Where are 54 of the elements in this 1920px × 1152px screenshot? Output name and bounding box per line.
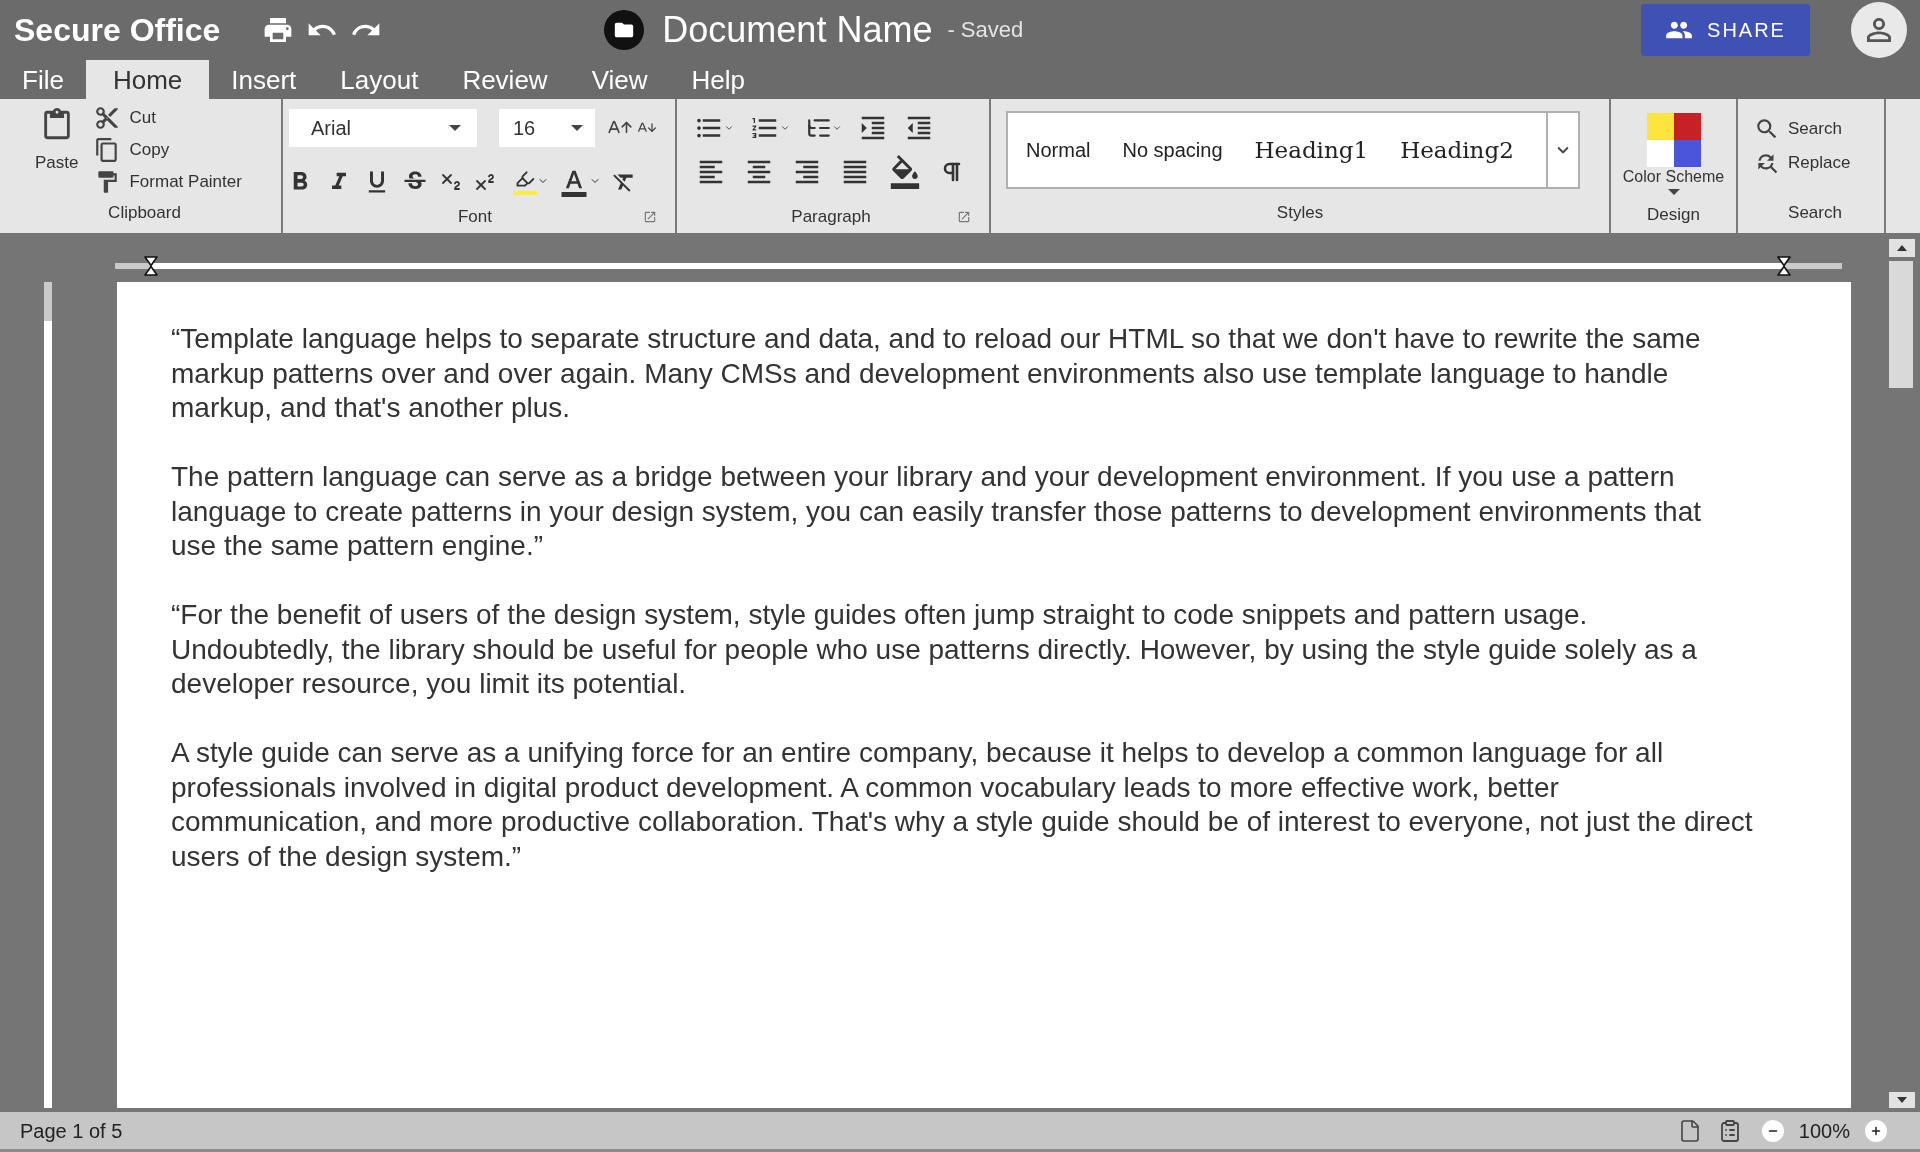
- indent-marker-icon[interactable]: [1777, 256, 1791, 276]
- paste-button[interactable]: Paste: [35, 108, 79, 176]
- copy-button[interactable]: Copy: [94, 136, 170, 164]
- menu-tab[interactable]: Layout: [318, 60, 441, 99]
- share-button[interactable]: SHARE: [1641, 4, 1810, 56]
- menu-tab[interactable]: Review: [440, 60, 570, 99]
- zoom-level: 100%: [1798, 1118, 1850, 1144]
- style-option[interactable]: Heading1: [1252, 132, 1371, 168]
- color-scheme-button[interactable]: Color Scheme: [1622, 113, 1725, 195]
- document-name[interactable]: Document Name: [662, 12, 933, 48]
- menu-tab[interactable]: Help: [669, 60, 767, 99]
- save-status: - Saved: [947, 19, 1024, 41]
- avatar-icon[interactable]: [1851, 2, 1907, 58]
- group-label: Search: [1788, 203, 1842, 223]
- page-count: Page 1 of 5: [20, 1118, 123, 1144]
- caret-icon: [449, 125, 461, 131]
- scroll-up-icon[interactable]: [1889, 239, 1915, 257]
- group-label: Paragraph: [791, 207, 871, 227]
- document-paragraph: “For the benefit of users of the design system, style guides often jump straight to code snippets and pattern usage. Undoubtedly, the library should be useful for people who use patterns directly. However, by using the style guide solely as a developer resource, you limit its potential.: [171, 598, 1698, 701]
- color-swatch-icon: [1646, 113, 1701, 167]
- app-title: Secure Office: [14, 14, 221, 46]
- dialog-launcher-icon[interactable]: [643, 210, 657, 224]
- scroll-down-icon[interactable]: [1889, 1092, 1915, 1108]
- document-paragraph: The pattern language can serve as a bridge between your library and your development environment. If you use a pattern language to create patterns in your design system, you can easily transfer those patterns to development environments that use the same pattern engine.”: [171, 460, 1702, 563]
- style-option[interactable]: Normal: [1024, 135, 1093, 165]
- document-paragraph: “Template language helps to separate structure and data, and to reload our HTML so that we don't have to rewrite the same markup patterns over and over again. Many CMSs and development environments also use template language to handle markup, and that's another plus.: [171, 322, 1702, 425]
- scissors-icon: [94, 105, 121, 131]
- style-option[interactable]: No spacing: [1120, 135, 1225, 165]
- menu-tab[interactable]: Home: [85, 60, 210, 99]
- caret-icon: [1667, 189, 1680, 195]
- group-label: Design: [1647, 205, 1700, 225]
- zoom-out-icon[interactable]: [1761, 1119, 1784, 1142]
- paint-bucket-icon[interactable]: [888, 155, 922, 189]
- caret-icon: [571, 125, 583, 131]
- indent-marker-icon[interactable]: [144, 256, 158, 276]
- dialog-launcher-icon[interactable]: [957, 210, 971, 224]
- menu-tab[interactable]: File: [0, 60, 86, 99]
- cut-button[interactable]: Cut: [94, 104, 156, 132]
- folder-icon[interactable]: [604, 10, 645, 50]
- group-label: Clipboard: [108, 203, 181, 223]
- style-option[interactable]: Heading2: [1398, 132, 1516, 168]
- menu-tab[interactable]: View: [569, 60, 670, 99]
- group-label: Styles: [1276, 203, 1324, 223]
- highlighter-icon[interactable]: [513, 169, 549, 195]
- font-family-dropdown[interactable]: Arial: [289, 109, 477, 147]
- zoom-in-icon[interactable]: [1865, 1119, 1887, 1142]
- search-button[interactable]: Search: [1754, 115, 1842, 143]
- replace-button[interactable]: Replace: [1754, 149, 1851, 177]
- format-painter-button[interactable]: Format Painter: [94, 168, 242, 196]
- document-paragraph: A style guide can serve as a unifying force for an entire company, because it helps to develop a common language for all professionals involved in digital product development. A common vocabulary leads to more effective work, better communication, and more productive collaboration. That's why a style guide should be of interest to everyone, not just the direct users of the design system.”: [171, 736, 1753, 874]
- scrollbar-thumb[interactable]: [1889, 261, 1913, 388]
- group-label: Font: [458, 207, 492, 227]
- font-size-dropdown[interactable]: 16: [499, 109, 595, 147]
- menu-tab[interactable]: Insert: [209, 60, 319, 99]
